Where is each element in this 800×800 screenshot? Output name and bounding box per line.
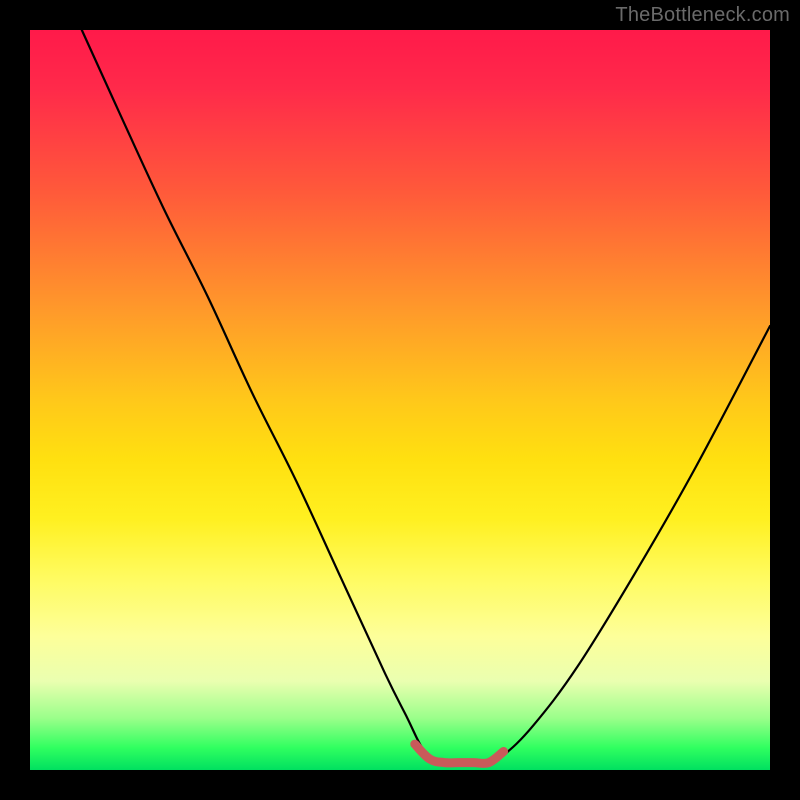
optimal-band [415, 744, 504, 763]
bottleneck-curve [82, 30, 770, 764]
plot-area [30, 30, 770, 770]
watermark-text: TheBottleneck.com [615, 4, 790, 27]
chart-container: TheBottleneck.com [0, 0, 800, 800]
curve-layer [30, 30, 770, 770]
